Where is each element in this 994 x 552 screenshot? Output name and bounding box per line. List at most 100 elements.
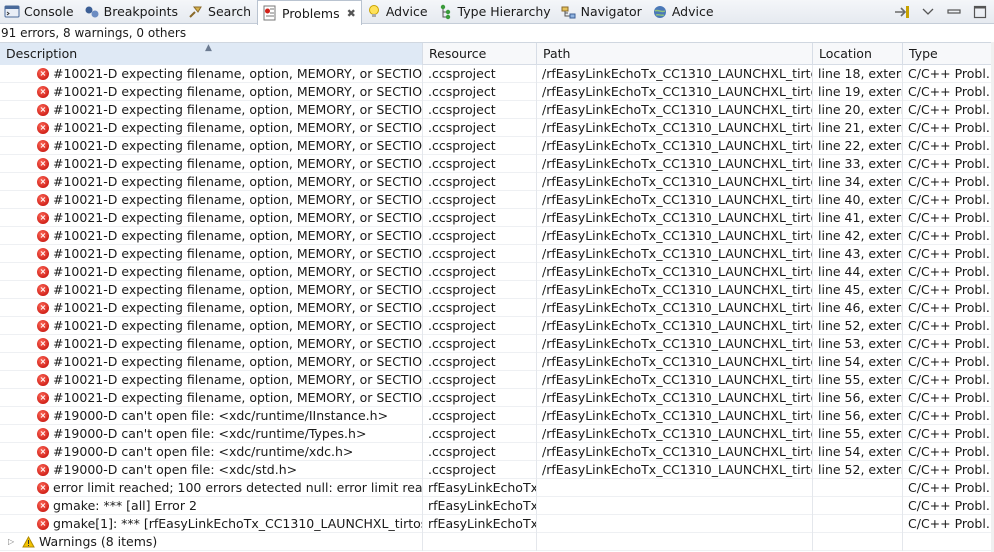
table-row[interactable]: × #10021-D expecting filename, option, ME…: [0, 299, 994, 317]
table-row[interactable]: × #10021-D expecting filename, option, ME…: [0, 137, 994, 155]
cell-path: /rfEasyLinkEchoTx_CC1310_LAUNCHXL_tirtos…: [537, 101, 813, 119]
tab-navigator[interactable]: Navigator: [557, 0, 648, 23]
cell-type: C/C++ Probl...: [903, 389, 994, 407]
table-row[interactable]: × #10021-D expecting filename, option, ME…: [0, 209, 994, 227]
view-toolbar: [894, 0, 994, 23]
table-row[interactable]: × error limit reached; 100 errors detecte…: [0, 479, 994, 497]
cell-resource: .ccsproject: [423, 461, 537, 479]
cell-location: [813, 497, 903, 515]
table-row[interactable]: × #10021-D expecting filename, option, ME…: [0, 389, 994, 407]
error-icon: ×: [37, 320, 49, 332]
minimize-view-icon[interactable]: [946, 4, 962, 20]
table-row[interactable]: × #10021-D expecting filename, option, ME…: [0, 191, 994, 209]
table-row[interactable]: × #10021-D expecting filename, option, ME…: [0, 317, 994, 335]
cell-description: × #10021-D expecting filename, option, ME…: [0, 137, 423, 155]
cell-description: × gmake: *** [all] Error 2: [0, 497, 423, 515]
tab-advice-2[interactable]: Advice: [648, 0, 720, 23]
tab-breakpoints[interactable]: Breakpoints: [80, 0, 184, 23]
cell-type: C/C++ Probl...: [903, 461, 994, 479]
table-row[interactable]: × #10021-D expecting filename, option, ME…: [0, 263, 994, 281]
cell-type: C/C++ Probl...: [903, 173, 994, 191]
description-text: #10021-D expecting filename, option, MEM…: [53, 228, 422, 243]
tab-search[interactable]: Search: [184, 0, 257, 23]
column-header-description[interactable]: Description ▲: [0, 43, 423, 65]
view-menu-chevron-down-icon[interactable]: [920, 4, 936, 20]
error-icon: ×: [37, 374, 49, 386]
error-icon: ×: [37, 68, 49, 80]
column-header-path[interactable]: Path: [537, 43, 813, 65]
error-icon: ×: [37, 464, 49, 476]
cell-description: ▷ Warnings (8 items): [0, 533, 423, 551]
maximize-view-icon[interactable]: [972, 4, 988, 20]
focus-on-active-task-icon[interactable]: [894, 4, 910, 20]
tab-label: Problems: [282, 5, 340, 21]
cell-resource: .ccsproject: [423, 65, 537, 83]
cell-path: /rfEasyLinkEchoTx_CC1310_LAUNCHXL_tirtos…: [537, 83, 813, 101]
table-row[interactable]: × #19000-D can't open file: <xdc/runtime/…: [0, 425, 994, 443]
table-row[interactable]: × #10021-D expecting filename, option, ME…: [0, 353, 994, 371]
cell-path: /rfEasyLinkEchoTx_CC1310_LAUNCHXL_tirtos…: [537, 371, 813, 389]
table-row[interactable]: × gmake[1]: *** [rfEasyLinkEchoTx_CC1310_…: [0, 515, 994, 533]
table-row[interactable]: × #10021-D expecting filename, option, ME…: [0, 371, 994, 389]
column-header-location[interactable]: Location: [813, 43, 903, 65]
cell-resource: .ccsproject: [423, 389, 537, 407]
cell-location: [813, 515, 903, 533]
console-icon: [4, 4, 20, 20]
error-icon: ×: [37, 410, 49, 422]
warnings-group-row[interactable]: ▷ Warnings (8 items): [0, 533, 994, 551]
table-row[interactable]: × #10021-D expecting filename, option, ME…: [0, 245, 994, 263]
description-text: #10021-D expecting filename, option, MEM…: [53, 156, 422, 171]
table-row[interactable]: × #10021-D expecting filename, option, ME…: [0, 335, 994, 353]
table-row[interactable]: × #10021-D expecting filename, option, ME…: [0, 155, 994, 173]
table-row[interactable]: × #19000-D can't open file: <xdc/std.h> .c…: [0, 461, 994, 479]
cell-location: [813, 533, 903, 551]
description-text: #10021-D expecting filename, option, MEM…: [53, 318, 422, 333]
table-row[interactable]: × #10021-D expecting filename, option, ME…: [0, 119, 994, 137]
cell-path: /rfEasyLinkEchoTx_CC1310_LAUNCHXL_tirtos…: [537, 227, 813, 245]
cell-path: /rfEasyLinkEchoTx_CC1310_LAUNCHXL_tirtos…: [537, 263, 813, 281]
description-text: #10021-D expecting filename, option, MEM…: [53, 174, 422, 189]
tab-console[interactable]: Console: [0, 0, 80, 23]
cell-type: C/C++ Probl...: [903, 137, 994, 155]
cell-resource: .ccsproject: [423, 425, 537, 443]
tab-type-hierarchy[interactable]: Type Hierarchy: [434, 0, 557, 23]
cell-description: × #10021-D expecting filename, option, ME…: [0, 371, 423, 389]
error-icon: ×: [37, 338, 49, 350]
tab-problems[interactable]: Problems ✖: [257, 0, 362, 25]
error-icon: ×: [37, 356, 49, 368]
close-icon[interactable]: ✖: [347, 7, 356, 20]
cell-type: C/C++ Probl...: [903, 425, 994, 443]
description-text: gmake[1]: *** [rfEasyLinkEchoTx_CC1310_L…: [53, 516, 422, 531]
description-text: #19000-D can't open file: <xdc/runtime/x…: [53, 444, 354, 459]
cell-resource: .ccsproject: [423, 101, 537, 119]
error-icon: ×: [37, 518, 49, 530]
cell-description: × #10021-D expecting filename, option, ME…: [0, 155, 423, 173]
table-row[interactable]: × #10021-D expecting filename, option, ME…: [0, 227, 994, 245]
expand-chevron-icon[interactable]: ▷: [8, 533, 18, 551]
tab-label: Advice: [671, 4, 714, 19]
tab-advice[interactable]: Advice: [362, 0, 434, 23]
cell-type: C/C++ Probl...: [903, 497, 994, 515]
table-row[interactable]: × gmake: *** [all] Error 2 rfEasyLinkEchoT…: [0, 497, 994, 515]
error-icon: ×: [37, 176, 49, 188]
column-header-type[interactable]: Type: [903, 43, 994, 65]
cell-type: C/C++ Probl...: [903, 155, 994, 173]
table-row[interactable]: × #19000-D can't open file: <xdc/runtime/…: [0, 443, 994, 461]
cell-description: × #10021-D expecting filename, option, ME…: [0, 191, 423, 209]
column-header-resource[interactable]: Resource: [423, 43, 537, 65]
cell-type: C/C++ Probl...: [903, 353, 994, 371]
table-header: Description ▲ Resource Path Location Typ…: [0, 43, 994, 65]
table-row[interactable]: × #10021-D expecting filename, option, ME…: [0, 101, 994, 119]
cell-resource: .ccsproject: [423, 407, 537, 425]
table-row[interactable]: × #10021-D expecting filename, option, ME…: [0, 281, 994, 299]
problems-icon: [262, 5, 278, 21]
table-row[interactable]: × #10021-D expecting filename, option, ME…: [0, 173, 994, 191]
cell-description: × #10021-D expecting filename, option, ME…: [0, 65, 423, 83]
cell-description: × #10021-D expecting filename, option, ME…: [0, 281, 423, 299]
description-text: #10021-D expecting filename, option, MEM…: [53, 300, 422, 315]
table-row[interactable]: × #10021-D expecting filename, option, ME…: [0, 83, 994, 101]
cell-resource: .ccsproject: [423, 335, 537, 353]
cell-path: /rfEasyLinkEchoTx_CC1310_LAUNCHXL_tirtos…: [537, 389, 813, 407]
table-row[interactable]: × #10021-D expecting filename, option, ME…: [0, 65, 994, 83]
table-row[interactable]: × #19000-D can't open file: <xdc/runtime/…: [0, 407, 994, 425]
